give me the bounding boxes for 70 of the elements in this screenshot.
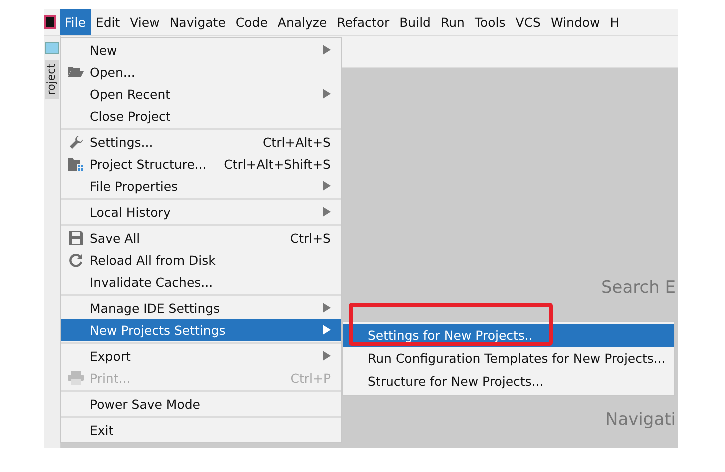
submenu-arrow-icon — [323, 325, 331, 335]
submenu-arrow-icon — [323, 207, 331, 217]
shortcut: Ctrl+S — [290, 230, 331, 246]
menu-item[interactable]: Structure for New Projects... — [343, 370, 674, 393]
menu-item[interactable]: Manage IDE Settings — [61, 297, 341, 319]
folder-icon — [68, 66, 84, 78]
menu-item[interactable]: Run Configuration Templates for New Projects... — [343, 347, 674, 370]
menu-item-label: Print... — [89, 370, 132, 386]
submenu-arrow-icon — [323, 351, 331, 361]
menu-item[interactable]: Invalidate Caches... — [61, 271, 341, 293]
shortcut: Ctrl+P — [290, 370, 331, 386]
menu-item-label: Reload All from Disk — [89, 252, 217, 268]
menu-title[interactable]: Edit — [90, 9, 126, 35]
menu-item-label: Export — [89, 348, 132, 364]
menu-title[interactable]: H — [605, 9, 625, 35]
menu-title[interactable]: Build — [394, 9, 436, 35]
submenu-arrow-icon — [323, 303, 331, 313]
menu-item-label: Open Recent — [89, 86, 172, 102]
window-icon[interactable] — [45, 42, 59, 54]
welcome-heading: Navigati — [605, 410, 676, 430]
menu-item-label: Settings... — [89, 134, 154, 150]
menu-item-label: Power Save Mode — [89, 396, 202, 412]
menu-title[interactable]: Analyze — [272, 9, 332, 35]
menu-item[interactable]: Exit — [61, 419, 341, 441]
menu-item[interactable]: Save All Ctrl+S — [61, 227, 341, 249]
menu-title[interactable]: View — [125, 9, 165, 35]
menu-item-label: Project Structure... — [89, 156, 208, 172]
menu-title[interactable]: Code — [230, 9, 273, 35]
menu-item-label: Exit — [89, 422, 115, 438]
menu-item-label: Invalidate Caches... — [89, 274, 214, 290]
side-tab[interactable]: roject — [45, 60, 59, 100]
menu-title[interactable]: File — [60, 9, 91, 35]
menu-item-label: Save All — [89, 230, 142, 246]
menu-item-label: New Projects Settings — [89, 322, 227, 338]
menu-title[interactable]: VCS — [510, 9, 546, 35]
menu-item-label: File Properties — [89, 178, 180, 194]
welcome-heading: Search E — [601, 278, 676, 298]
menu-item[interactable]: Settings... Ctrl+Alt+S — [61, 131, 341, 153]
shortcut: Ctrl+Alt+S — [262, 134, 331, 150]
submenu-arrow-icon — [323, 45, 331, 55]
menu-item[interactable]: Open Recent — [61, 83, 341, 105]
menu-item[interactable]: Open... — [61, 61, 341, 83]
menu-item-label: Local History — [89, 204, 172, 220]
menu-item-label: New — [89, 42, 118, 58]
menu-item[interactable]: Local History — [61, 201, 341, 223]
menu-title[interactable]: Refactor — [332, 9, 395, 35]
wrench-icon — [68, 134, 84, 150]
reload-icon — [69, 253, 83, 267]
shortcut: Ctrl+Alt+Shift+S — [224, 156, 331, 172]
submenu-arrow-icon — [323, 89, 331, 99]
menu-title[interactable]: Window — [546, 9, 606, 35]
menu-item[interactable]: New — [61, 39, 341, 61]
menu-item[interactable]: Export — [61, 345, 341, 367]
menu-title[interactable]: Tools — [470, 9, 511, 35]
menu-item[interactable]: Power Save Mode — [61, 393, 341, 415]
submenu-arrow-icon — [323, 181, 331, 191]
menu-title[interactable]: Navigate — [164, 9, 231, 35]
menu-title[interactable]: Run — [436, 9, 470, 35]
menu-item[interactable]: Close Project — [61, 105, 341, 127]
menu-item[interactable]: New Projects Settings — [61, 319, 341, 341]
menu-item[interactable]: Reload All from Disk — [61, 249, 341, 271]
menu-item-label: Manage IDE Settings — [89, 300, 222, 316]
app-logo-icon — [44, 15, 56, 29]
save-icon — [69, 231, 83, 245]
menu-item[interactable]: File Properties — [61, 175, 341, 197]
folder-grid-icon — [68, 158, 84, 170]
printer-icon — [68, 371, 84, 385]
menu-item[interactable]: Project Structure... Ctrl+Alt+Shift+S — [61, 153, 341, 175]
menu-item-label: Open... — [89, 64, 136, 80]
menu-item-label: Close Project — [89, 108, 172, 124]
